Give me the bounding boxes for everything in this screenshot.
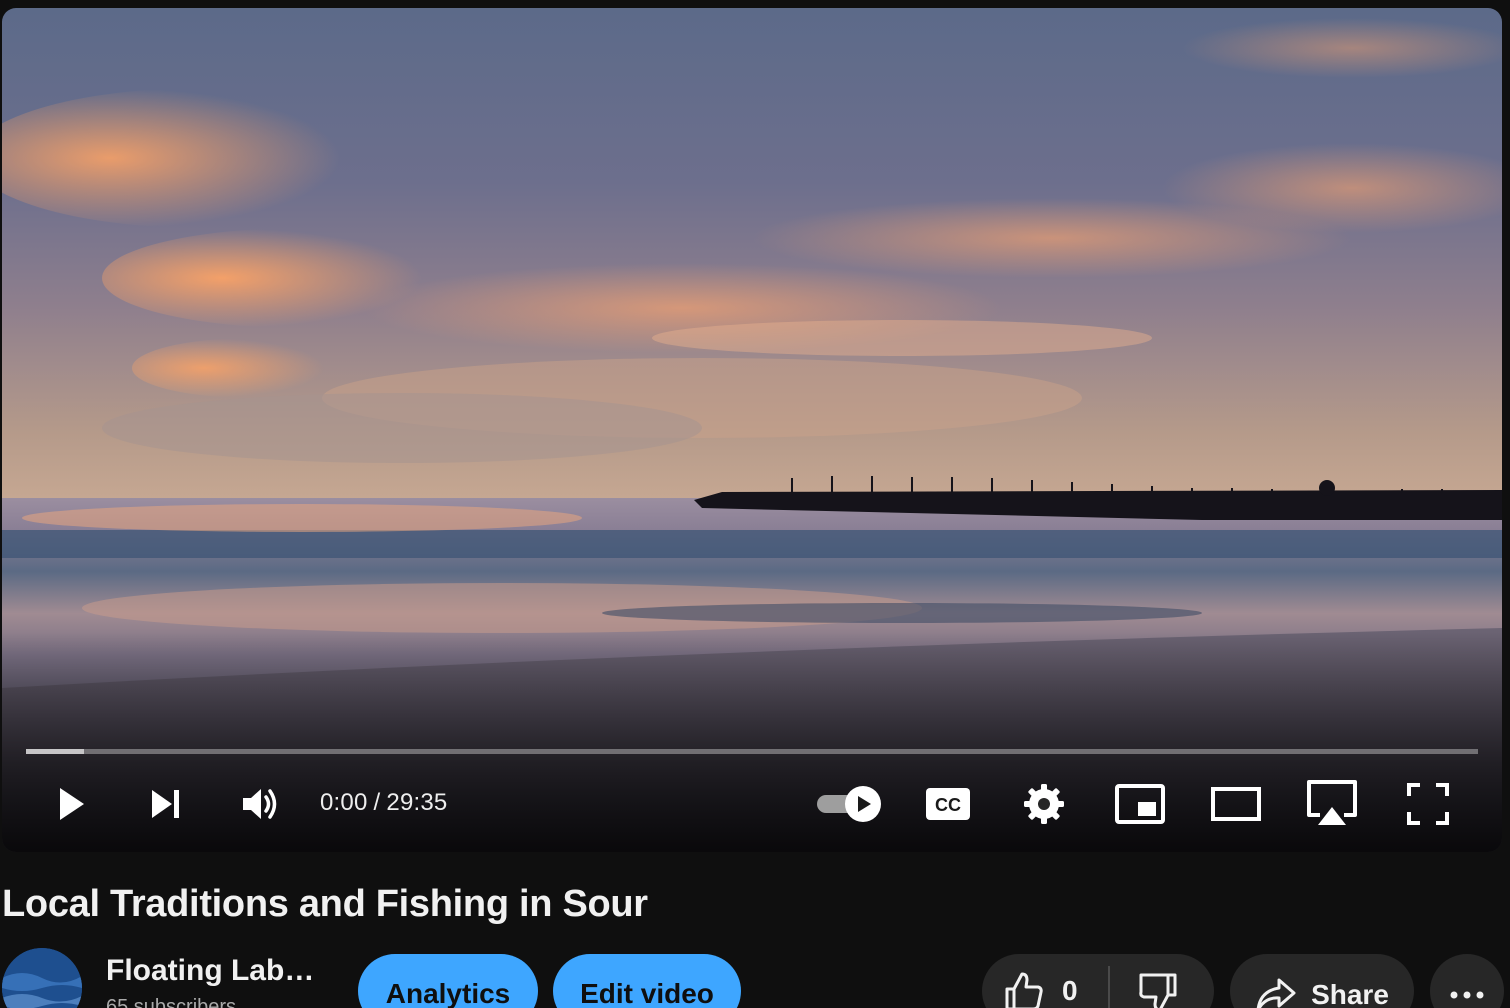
progress-bar[interactable]: [26, 749, 1478, 754]
miniplayer-icon: [1115, 784, 1165, 824]
thumbs-down-icon: [1139, 973, 1177, 1008]
watch-page: 0:00/29:35 CC Local Traditions and Fishi…: [0, 0, 1510, 1008]
share-button[interactable]: Share: [1230, 954, 1414, 1008]
theater-mode-button[interactable]: [1206, 774, 1266, 834]
thumbs-up-icon: [1005, 972, 1043, 1008]
more-horizontal-icon: [1450, 991, 1484, 999]
autoplay-toggle[interactable]: [814, 774, 886, 834]
edit-video-button[interactable]: Edit video: [553, 954, 741, 1008]
theater-mode-icon: [1211, 787, 1261, 821]
time-display: 0:00/29:35: [320, 788, 447, 818]
current-time: 0:00: [320, 789, 368, 816]
share-arrow-icon: [1256, 978, 1296, 1008]
next-icon: [152, 790, 179, 818]
volume-button[interactable]: [230, 774, 290, 834]
volume-icon: [243, 789, 277, 819]
fullscreen-button[interactable]: [1398, 774, 1458, 834]
duration: 29:35: [386, 789, 448, 816]
like-dislike-group: 0: [982, 954, 1214, 1008]
captions-icon: CC: [926, 788, 970, 820]
edit-video-label: Edit video: [580, 978, 714, 1008]
svg-text:CC: CC: [935, 795, 961, 815]
like-button[interactable]: 0: [982, 954, 1108, 1008]
controls-gradient: [2, 632, 1502, 852]
play-icon: [60, 788, 84, 820]
video-title: Local Traditions and Fishing in Sour: [2, 883, 648, 925]
analytics-button[interactable]: Analytics: [358, 954, 538, 1008]
miniplayer-button[interactable]: [1110, 774, 1170, 834]
dislike-button[interactable]: [1110, 954, 1214, 1008]
settings-button[interactable]: [1014, 774, 1074, 834]
play-button[interactable]: [40, 774, 100, 834]
next-button[interactable]: [136, 774, 196, 834]
share-label: Share: [1311, 979, 1389, 1008]
time-separator: /: [373, 789, 381, 816]
subscriber-count: 65 subscribers: [106, 996, 237, 1008]
progress-buffered: [26, 749, 85, 754]
more-actions-button[interactable]: [1430, 954, 1504, 1008]
analytics-label: Analytics: [385, 978, 511, 1008]
gear-icon: [1024, 784, 1064, 824]
channel-avatar-image: [2, 948, 82, 1008]
video-player[interactable]: 0:00/29:35 CC: [2, 8, 1502, 852]
captions-button[interactable]: CC: [918, 774, 978, 834]
airplay-button[interactable]: [1302, 774, 1362, 834]
fullscreen-icon: [1407, 783, 1449, 825]
avatar[interactable]: [2, 948, 82, 1008]
channel-name[interactable]: Floating Lab…: [106, 952, 314, 990]
autoplay-toggle-icon: [817, 786, 881, 822]
like-count: 0: [1062, 975, 1078, 1006]
airplay-icon: [1307, 780, 1357, 825]
